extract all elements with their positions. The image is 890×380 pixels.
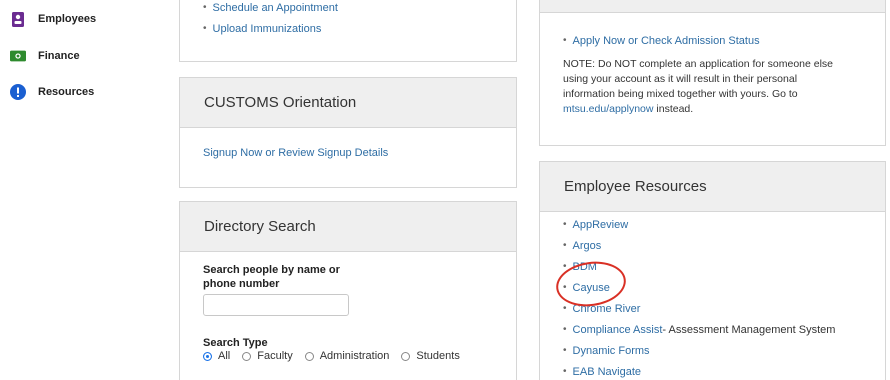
customs-orientation-panel: CUSTOMS Orientation Signup Now or Review… <box>179 77 517 188</box>
sidebar-item-resources[interactable]: Resources <box>10 81 94 103</box>
sidebar-item-label: Finance <box>38 50 80 62</box>
argos-link[interactable]: Argos <box>573 240 602 252</box>
panel-title: Employee Resources <box>540 162 885 212</box>
sidebar-item-employees[interactable]: Employees <box>10 8 96 30</box>
search-type-radios: All Faculty Administration Students <box>203 350 472 362</box>
appreview-link[interactable]: AppReview <box>573 219 629 231</box>
search-type-label: Search Type <box>203 337 268 349</box>
note-text: information being mixed together with yo… <box>563 88 798 100</box>
list-item: Compliance Assist - Assessment Managemen… <box>563 319 836 340</box>
schedule-appointment-link[interactable]: Schedule an Appointment <box>213 2 338 14</box>
list-item: Apply Now or Check Admission Status <box>563 30 760 51</box>
sidebar-item-label: Resources <box>38 86 95 98</box>
list-item: AppReview <box>563 214 835 235</box>
panel-title: CUSTOMS Orientation <box>180 78 516 128</box>
apply-now-link[interactable]: Apply Now or Check Admission Status <box>573 35 760 47</box>
compliance-assist-link[interactable]: Compliance Assist <box>573 324 663 336</box>
admissions-links: Apply Now or Check Admission Status <box>563 30 760 51</box>
radio-administration[interactable]: Administration <box>304 350 390 362</box>
search-label: Search people by name or phone number <box>203 263 472 291</box>
admissions-panel: Apply Now or Check Admission Status NOTE… <box>539 0 886 146</box>
link-suffix: - Assessment Management System <box>662 323 836 336</box>
list-item: Argos <box>563 235 835 256</box>
note-text: using your account as it will result in … <box>563 73 798 85</box>
search-label-line: Search people by name or <box>203 264 340 276</box>
panel-title: Directory Search <box>180 202 516 252</box>
radio-all[interactable]: All <box>203 350 230 362</box>
directory-search-input[interactable] <box>203 294 349 316</box>
radio-button[interactable] <box>242 351 252 361</box>
radio-button[interactable] <box>304 351 314 361</box>
note-text: NOTE: Do NOT complete an application for… <box>563 58 834 70</box>
eab-navigate-link[interactable]: EAB Navigate <box>573 366 641 378</box>
money-icon <box>10 48 26 64</box>
radio-label: Students <box>416 350 460 362</box>
radio-button[interactable] <box>203 351 212 361</box>
radio-students[interactable]: Students <box>401 350 460 362</box>
radio-button[interactable] <box>401 351 411 361</box>
sidebar-item-finance[interactable]: Finance <box>10 45 80 67</box>
radio-label: Administration <box>319 350 390 362</box>
sidebar-item-label: Employees <box>38 13 97 25</box>
applynow-link[interactable]: mtsu.edu/applynow <box>563 103 653 115</box>
dynamic-forms-link[interactable]: Dynamic Forms <box>573 345 650 357</box>
list-item: Schedule an Appointment <box>203 0 338 18</box>
admissions-note: NOTE: Do NOT complete an application for… <box>563 57 878 117</box>
list-item: EAB Navigate <box>563 361 835 380</box>
note-text: instead. <box>653 103 694 115</box>
directory-search-panel: Directory Search Search people by name o… <box>179 201 517 380</box>
appointments-panel: Schedule an Appointment Upload Immunizat… <box>179 0 517 62</box>
list-item: Dynamic Forms <box>563 340 835 361</box>
upload-immunizations-link[interactable]: Upload Immunizations <box>213 23 322 35</box>
employee-badge-icon <box>10 11 26 27</box>
customs-signup-link[interactable]: Signup Now or Review Signup Details <box>203 147 388 159</box>
search-label-line: phone number <box>203 278 280 290</box>
radio-label: All <box>218 350 231 362</box>
appointments-links: Schedule an Appointment Upload Immunizat… <box>203 0 338 39</box>
info-icon <box>10 84 26 100</box>
sidebar: Employees Finance Resources <box>0 0 160 380</box>
radio-label: Faculty <box>257 350 293 362</box>
list-item: Upload Immunizations <box>203 18 338 39</box>
panel-title-cut <box>540 0 885 13</box>
radio-faculty[interactable]: Faculty <box>242 350 293 362</box>
